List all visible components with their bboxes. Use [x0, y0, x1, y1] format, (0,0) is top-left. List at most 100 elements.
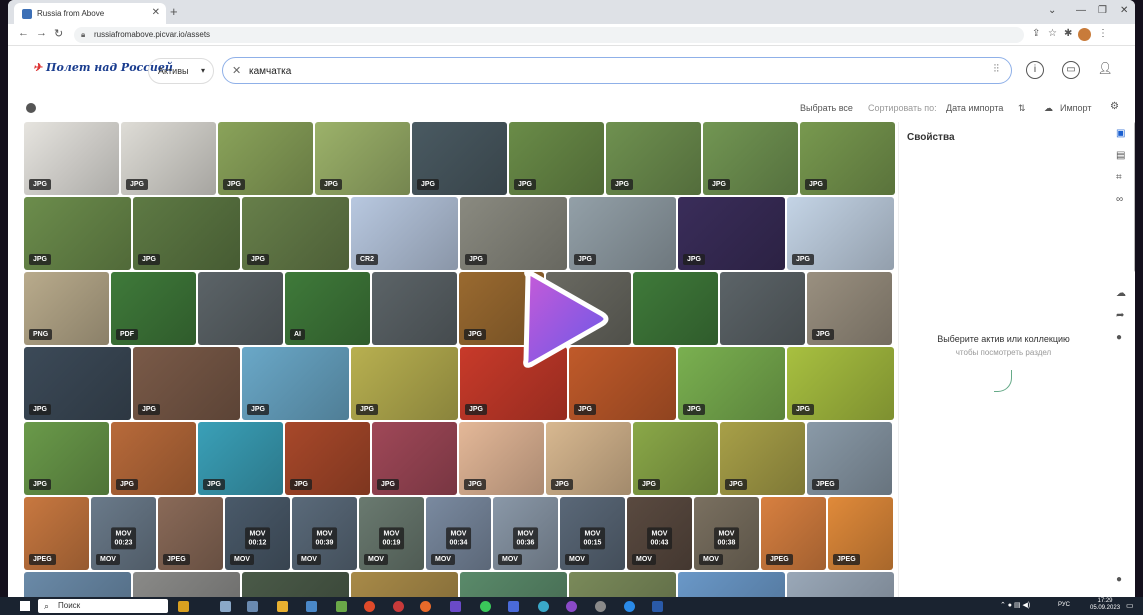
windows-start-icon[interactable] [20, 601, 30, 611]
asset-thumbnail[interactable]: JPG [24, 347, 131, 420]
asset-thumbnail[interactable]: JPEG [807, 422, 892, 495]
app-icon[interactable] [566, 601, 577, 612]
asset-thumbnail[interactable]: MOV MOV 00:43 [627, 497, 692, 570]
taskbar-search[interactable]: ⌕ Поиск [38, 599, 168, 613]
asset-thumbnail[interactable] [133, 572, 240, 597]
asset-thumbnail[interactable]: MOV MOV 00:19 [359, 497, 424, 570]
asset-thumbnail[interactable] [569, 572, 676, 597]
asset-thumbnail[interactable]: PDF [111, 272, 196, 345]
sort-dropdown[interactable]: Дата импорта [946, 103, 1003, 113]
help-circle-icon[interactable]: ● [1116, 574, 1122, 585]
language-indicator[interactable]: РУС [1058, 602, 1070, 608]
app-icon[interactable] [450, 601, 461, 612]
asset-thumbnail[interactable]: JPEG [828, 497, 893, 570]
info-icon[interactable]: i [1026, 61, 1044, 79]
properties-tab-icon[interactable]: ▣ [1116, 128, 1125, 139]
settings-icon[interactable] [595, 601, 606, 612]
share-arrow-icon[interactable]: ➦ [1116, 310, 1124, 321]
forward-icon[interactable]: → [36, 27, 47, 39]
asset-thumbnail[interactable] [787, 572, 894, 597]
scrollbar[interactable] [1134, 122, 1135, 272]
asset-thumbnail[interactable] [720, 272, 805, 345]
whatsapp-icon[interactable] [480, 601, 491, 612]
asset-thumbnail[interactable]: AI [285, 272, 370, 345]
clear-search-icon[interactable]: ✕ [232, 64, 241, 77]
asset-thumbnail[interactable] [678, 572, 785, 597]
asset-thumbnail[interactable]: JPG [198, 422, 283, 495]
asset-thumbnail[interactable]: CR2 [351, 197, 458, 270]
asset-thumbnail[interactable]: JPG [242, 347, 349, 420]
asset-thumbnail[interactable]: JPG [800, 122, 895, 195]
browser-tab[interactable]: Russia from Above ✕ [14, 3, 166, 24]
teams-icon[interactable] [508, 601, 519, 612]
asset-thumbnail[interactable]: JPG [285, 422, 370, 495]
taskview-icon[interactable] [220, 601, 231, 612]
asset-thumbnail[interactable]: JPG [133, 197, 240, 270]
chrome-icon[interactable] [364, 601, 375, 612]
chevron-down-icon[interactable]: ⌄ [1048, 5, 1056, 16]
asset-thumbnail[interactable]: MOV MOV 00:39 [292, 497, 357, 570]
asset-thumbnail[interactable]: JPG [460, 197, 567, 270]
asset-thumbnail[interactable]: JPG [315, 122, 410, 195]
extensions-icon[interactable]: ✱ [1064, 28, 1072, 39]
file-explorer-icon[interactable] [277, 601, 288, 612]
asset-thumbnail[interactable]: JPG [24, 422, 109, 495]
asset-thumbnail[interactable]: PNG [24, 272, 109, 345]
asset-thumbnail[interactable]: JPG [678, 347, 785, 420]
search-input[interactable] [249, 63, 949, 79]
reload-icon[interactable]: ↻ [54, 27, 63, 40]
asset-thumbnail[interactable] [460, 572, 567, 597]
app-icon[interactable] [336, 601, 347, 612]
new-tab-icon[interactable]: + [170, 4, 178, 19]
asset-thumbnail[interactable] [633, 272, 718, 345]
asset-thumbnail[interactable]: JPG [24, 197, 131, 270]
asset-thumbnail[interactable]: MOV MOV 00:34 [426, 497, 491, 570]
asset-thumbnail[interactable]: JPG [24, 122, 119, 195]
asset-thumbnail[interactable]: JPG [606, 122, 701, 195]
app-icon[interactable] [247, 601, 258, 612]
close-window-icon[interactable]: ✕ [1120, 5, 1128, 16]
asset-thumbnail[interactable]: JPG [807, 272, 892, 345]
asset-thumbnail[interactable]: MOV MOV 00:38 [694, 497, 759, 570]
asset-thumbnail[interactable]: JPG [720, 422, 805, 495]
profile-avatar[interactable] [1078, 28, 1091, 41]
asset-thumbnail[interactable] [242, 572, 349, 597]
briefcase-app-icon[interactable] [178, 601, 189, 612]
upload-cloud-icon[interactable]: ☁︎ [1116, 288, 1126, 299]
tray-icons[interactable]: ⌃ ● ▤ ◀︎) [1000, 601, 1030, 609]
select-all-button[interactable]: Выбрать все [800, 103, 853, 113]
asset-thumbnail[interactable] [198, 272, 283, 345]
import-button[interactable]: Импорт [1060, 103, 1091, 113]
menu-dots-icon[interactable]: ⋮ [1098, 28, 1108, 39]
app-icon[interactable] [393, 601, 404, 612]
share-icon[interactable]: ⇪ [1032, 28, 1040, 39]
asset-thumbnail[interactable]: JPG [633, 422, 718, 495]
asset-thumbnail[interactable] [372, 272, 457, 345]
asset-thumbnail[interactable] [351, 572, 458, 597]
asset-thumbnail[interactable]: JPG [218, 122, 313, 195]
asset-thumbnail[interactable]: MOV MOV 00:15 [560, 497, 625, 570]
close-tab-icon[interactable]: ✕ [152, 7, 160, 18]
clock[interactable]: 17:29 05.09.2023 [1090, 598, 1120, 612]
url-field[interactable]: 🔒︎ russiafromabove.picvar.io/assets [74, 27, 1024, 43]
scan-icon[interactable]: ⌗ [1116, 172, 1122, 183]
user-icon[interactable]: 👤︎ [1096, 61, 1114, 79]
asset-thumbnail[interactable]: JPG [111, 422, 196, 495]
asset-thumbnail[interactable]: JPG [569, 197, 676, 270]
panel-toggle-icon[interactable] [26, 103, 36, 113]
asset-thumbnail[interactable]: MOV MOV 00:12 [225, 497, 290, 570]
asset-thumbnail[interactable]: JPG [133, 347, 240, 420]
asset-thumbnail[interactable]: JPG [412, 122, 507, 195]
asset-thumbnail[interactable] [24, 572, 131, 597]
play-button-overlay[interactable] [514, 266, 612, 372]
bookmark-star-icon[interactable]: ☆ [1048, 28, 1057, 39]
asset-thumbnail[interactable]: JPG [787, 347, 894, 420]
asset-thumbnail[interactable]: JPG [787, 197, 894, 270]
asset-thumbnail[interactable]: MOV MOV 00:36 [493, 497, 558, 570]
link-icon[interactable]: ∞ [1116, 194, 1123, 205]
asset-thumbnail[interactable]: JPG [509, 122, 604, 195]
filter-sliders-icon[interactable]: ⫶⫶ [994, 63, 1000, 76]
asset-thumbnail[interactable]: JPG [372, 422, 457, 495]
assets-dropdown[interactable]: Активы ▾ [148, 58, 214, 84]
asset-thumbnail[interactable]: JPG [242, 197, 349, 270]
